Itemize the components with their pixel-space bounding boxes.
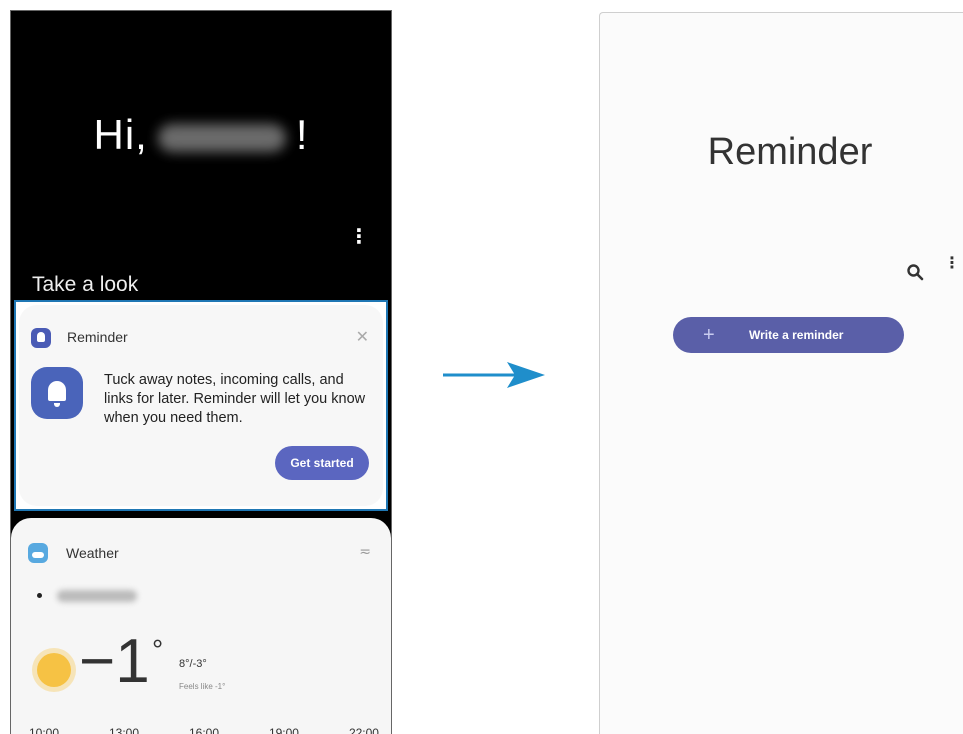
bell-icon [31,367,83,419]
section-title: Take a look [32,273,139,296]
weather-card[interactable]: Weather ≂ −1 ° 8°/-3° Feels like -1° 10:… [11,518,391,734]
degree-symbol: ° [152,634,164,665]
sun-icon [37,653,71,687]
feels-like: Feels like -1° [179,682,226,691]
more-options-icon[interactable]: ⋮ [944,256,960,281]
plus-icon: + [703,324,715,346]
reminder-card-highlight: Reminder ✕ Tuck away notes, incoming cal… [14,300,388,511]
weather-app-icon [28,543,48,563]
close-icon[interactable]: ✕ [356,327,369,347]
write-reminder-button[interactable]: + Write a reminder [673,317,904,353]
location-pin-icon [37,593,42,598]
search-icon[interactable] [906,263,924,281]
get-started-button[interactable]: Get started [275,446,369,480]
refresh-icon[interactable]: ≂ [359,543,371,560]
current-temperature: −1 [79,627,150,696]
blurred-location [57,590,137,602]
weather-card-title: Weather [66,545,119,561]
write-reminder-label: Write a reminder [749,328,844,342]
reminder-card[interactable]: Reminder ✕ Tuck away notes, incoming cal… [19,305,383,506]
reminder-card-body: Tuck away notes, incoming calls, and lin… [104,372,366,426]
left-phone-screen: Hi,! ⋮ Take a look Reminder ✕ Tuck away … [10,10,392,734]
reminder-app-icon [31,328,51,348]
right-phone-screen: Reminder ⋮ + Write a reminder [599,12,963,734]
more-options-icon[interactable]: ⋮ [349,227,369,247]
reminder-card-title: Reminder [67,329,128,345]
page-title: Reminder [707,131,873,173]
temperature-range: 8°/-3° [179,658,207,670]
greeting-suffix: ! [295,111,309,158]
blurred-username [157,123,286,152]
greeting-prefix: Hi, [93,111,148,158]
greeting: Hi,! [11,111,391,159]
transition-arrow-icon [443,362,545,388]
